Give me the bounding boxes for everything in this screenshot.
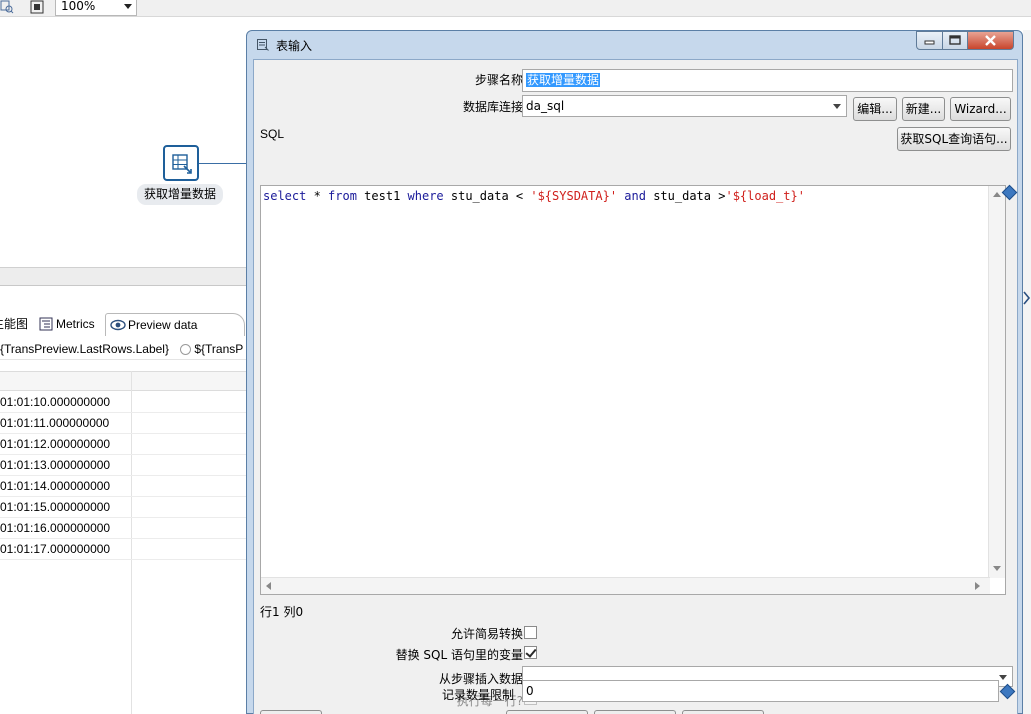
step-name-input[interactable]: 获取增量数据 — [522, 69, 1013, 92]
help-button-partial[interactable] — [260, 710, 322, 714]
tab-performance-graph[interactable]: 生能图 — [0, 313, 34, 336]
panel-splitter[interactable] — [0, 267, 248, 286]
sql-label: SQL — [260, 127, 285, 141]
zoom-fit-icon[interactable] — [0, 0, 14, 14]
tab-label: Metrics — [56, 317, 95, 331]
dialog-titlebar[interactable]: 表输入 — [247, 31, 1022, 59]
table-row[interactable]: 01:01:12.000000000 — [0, 434, 248, 455]
main-window-right-edge — [1023, 30, 1031, 714]
scroll-down-icon[interactable] — [993, 566, 1001, 571]
dialog-title: 表输入 — [276, 39, 313, 53]
step-name-value: 获取增量数据 — [526, 73, 601, 87]
tab-label: 生能图 — [0, 317, 29, 331]
preview-options: {TransPreview.LastRows.Label} ${TransP — [0, 338, 248, 360]
sql-text-part: * — [306, 189, 329, 203]
scroll-left-icon[interactable] — [266, 582, 271, 590]
sql-editor[interactable]: select * from test1 where stu_data < '${… — [260, 185, 1006, 595]
get-sql-select-button[interactable]: 获取SQL查询语句... — [897, 127, 1011, 151]
lazy-conversion-label: 允许简易转换 — [450, 627, 523, 641]
chevron-down-icon — [833, 104, 841, 109]
limit-input[interactable]: 0 — [522, 680, 999, 702]
db-connection-select[interactable]: da_sql — [522, 95, 847, 117]
sql-keyword: and — [624, 189, 646, 203]
dialog-app-icon — [257, 39, 269, 51]
zoom-select[interactable]: 100% — [55, 0, 137, 16]
horizontal-scrollbar[interactable] — [261, 577, 990, 594]
metrics-icon — [39, 317, 53, 331]
ok-button-partial[interactable] — [506, 710, 588, 714]
preview-button-partial[interactable] — [594, 710, 676, 714]
cancel-button-partial[interactable] — [682, 710, 764, 714]
chevron-down-icon — [124, 4, 132, 9]
sql-keyword: from — [328, 189, 357, 203]
step-name-label: 步骤名称 — [474, 73, 523, 87]
minimize-button[interactable] — [916, 31, 943, 50]
replace-variables-checkbox[interactable] — [524, 646, 537, 659]
lazy-conversion-checkbox[interactable] — [524, 626, 537, 639]
insert-from-step-label: 从步骤插入数据 — [438, 672, 523, 686]
chevron-right-icon — [1023, 291, 1031, 305]
replace-variables-label: 替换 SQL 语句里的变量 — [395, 648, 523, 662]
sql-string: '${SYSDATA}' — [530, 189, 618, 203]
close-button[interactable] — [967, 31, 1014, 50]
transformation-canvas[interactable] — [0, 17, 248, 267]
tab-label: Preview data — [128, 318, 198, 332]
table-row[interactable]: 01:01:11.000000000 — [0, 413, 248, 434]
table-input-dialog: 表输入 步骤名称 获取增量数据 数据库连接 da_sql 编辑... 新建...… — [246, 30, 1023, 714]
table-row[interactable]: 01:01:14.000000000 — [0, 476, 248, 497]
tab-metrics[interactable]: Metrics — [36, 313, 104, 336]
grid-snap-icon[interactable] — [30, 0, 44, 14]
dialog-content: 步骤名称 获取增量数据 数据库连接 da_sql 编辑... 新建... Wiz… — [253, 59, 1018, 714]
table-row[interactable]: 01:01:15.000000000 — [0, 497, 248, 518]
vertical-scrollbar[interactable] — [988, 186, 1005, 578]
minimize-icon — [924, 40, 935, 45]
close-icon — [985, 35, 996, 46]
sql-text[interactable]: select * from test1 where stu_data < '${… — [263, 189, 805, 203]
edit-connection-button[interactable]: 编辑... — [853, 97, 897, 121]
step-label[interactable]: 获取增量数据 — [137, 184, 223, 205]
table-input-icon — [172, 154, 192, 174]
radio-button[interactable] — [180, 344, 192, 355]
eye-icon — [110, 319, 126, 331]
results-tabbar: 生能图 Metrics Preview data — [0, 313, 248, 336]
sql-keyword: select — [263, 189, 307, 203]
new-connection-button[interactable]: 新建... — [902, 97, 945, 121]
preview-grid-header — [0, 371, 248, 391]
maximize-icon — [949, 35, 961, 45]
tab-preview-data[interactable]: Preview data — [105, 313, 245, 336]
db-connection-value: da_sql — [526, 99, 565, 113]
radio-second-label[interactable]: ${TransP — [194, 342, 243, 356]
wizard-button[interactable]: Wizard... — [950, 97, 1011, 121]
main-toolbar — [0, 0, 1031, 17]
sql-text-part: stu_data < — [443, 189, 531, 203]
radio-last-rows-label[interactable]: {TransPreview.LastRows.Label} — [0, 342, 169, 356]
limit-value: 0 — [526, 684, 534, 698]
sql-text-part: stu_data > — [645, 189, 726, 203]
limit-label: 记录数量限制 — [442, 688, 515, 702]
table-row[interactable]: 01:01:13.000000000 — [0, 455, 248, 476]
zoom-value: 100% — [61, 0, 96, 13]
db-connection-label: 数据库连接 — [462, 100, 523, 114]
hop-connector — [199, 163, 248, 164]
scroll-up-icon[interactable] — [993, 192, 1001, 197]
table-row[interactable]: 01:01:16.000000000 — [0, 518, 248, 539]
sql-string: '${load_t}' — [725, 189, 805, 203]
sql-keyword: where — [407, 189, 444, 203]
table-row[interactable]: 01:01:17.000000000 — [0, 539, 248, 560]
maximize-button[interactable] — [942, 31, 968, 50]
table-row[interactable]: 01:01:10.000000000 — [0, 392, 248, 413]
sql-text-part: test1 — [356, 189, 408, 203]
cursor-position: 行1 列0 — [260, 605, 304, 619]
chevron-down-icon — [999, 675, 1007, 680]
table-input-step[interactable] — [163, 145, 199, 181]
scroll-right-icon[interactable] — [975, 582, 980, 590]
